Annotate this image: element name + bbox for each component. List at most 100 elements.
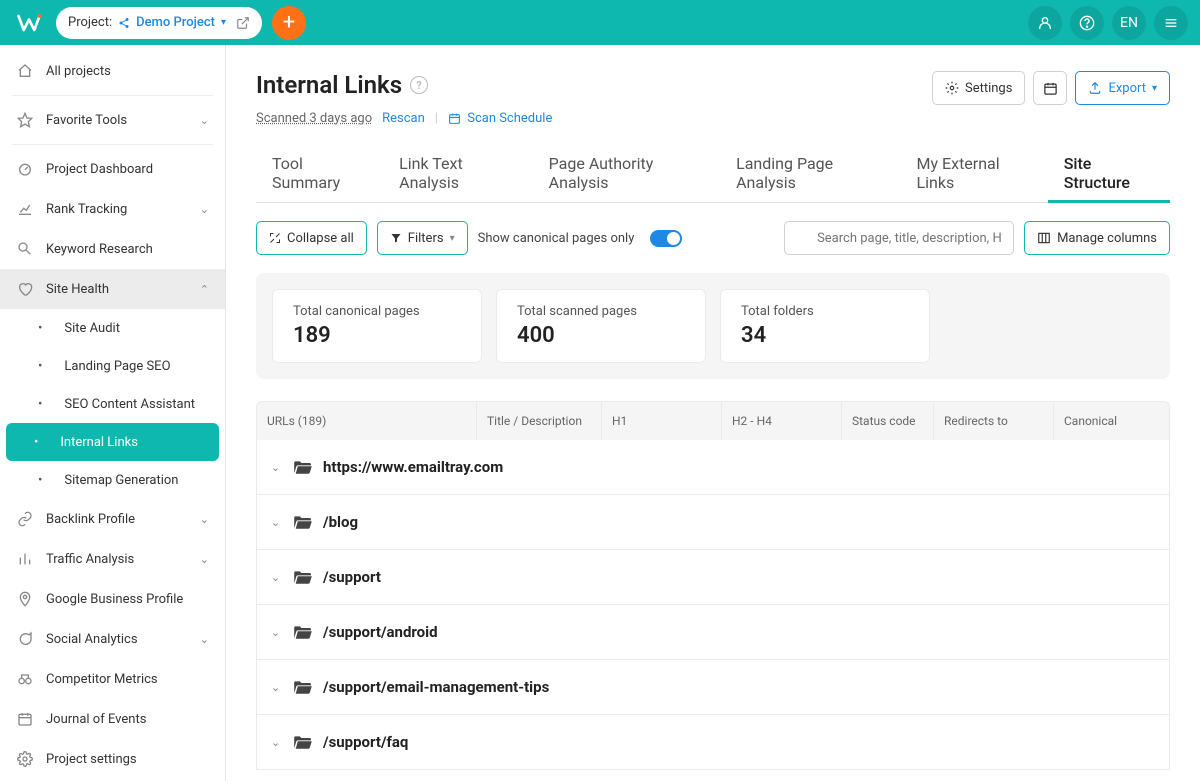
tree-path: /blog xyxy=(323,513,358,531)
sidebar-sitemap-gen[interactable]: Sitemap Generation xyxy=(0,461,225,499)
columns-icon xyxy=(1037,231,1051,245)
tree-path: /support/email-management-tips xyxy=(323,678,549,696)
scan-status-line: Scanned 3 days ago Rescan | Scan Schedul… xyxy=(256,111,1170,126)
chevron-down-icon: ⌄ xyxy=(271,736,283,749)
sidebar-item-label: Favorite Tools xyxy=(46,113,127,128)
col-canon[interactable]: Canonical xyxy=(1054,402,1169,440)
sidebar-site-health[interactable]: Site Health ⌃ xyxy=(0,269,225,309)
stat-value: 189 xyxy=(293,323,461,348)
search-input[interactable] xyxy=(784,221,1014,255)
settings-button[interactable]: Settings xyxy=(932,71,1025,105)
chevron-down-icon: ⌄ xyxy=(271,516,283,529)
canonical-toggle[interactable] xyxy=(650,230,682,247)
binoculars-icon xyxy=(16,670,34,688)
sidebar-project-settings[interactable]: Project settings xyxy=(0,739,225,779)
col-redir[interactable]: Redirects to xyxy=(934,402,1054,440)
table-header: URLs (189) Title / Description H1 H2 - H… xyxy=(256,401,1170,440)
chevron-down-icon: ⌄ xyxy=(271,626,283,639)
tab-page-authority[interactable]: Page Authority Analysis xyxy=(533,144,720,202)
share-icon xyxy=(118,17,130,29)
folder-open-icon xyxy=(293,734,313,750)
chevron-down-icon: ⌄ xyxy=(271,681,283,694)
col-h1[interactable]: H1 xyxy=(602,402,722,440)
filters-button[interactable]: Filters ▾ xyxy=(377,221,468,255)
add-button[interactable]: + xyxy=(272,6,306,40)
manage-columns-button[interactable]: Manage columns xyxy=(1024,221,1170,255)
sidebar-keyword-research[interactable]: Keyword Research xyxy=(0,229,225,269)
help-icon[interactable] xyxy=(1070,6,1104,40)
help-tooltip-icon[interactable]: ? xyxy=(410,76,428,94)
rescan-link[interactable]: Rescan xyxy=(382,111,425,126)
collapse-icon xyxy=(269,232,281,244)
sidebar-item-label: Google Business Profile xyxy=(46,592,183,607)
calendar-icon xyxy=(1043,81,1058,96)
export-button[interactable]: Export ▾ xyxy=(1075,71,1170,105)
tree-row[interactable]: ⌄ /support/android xyxy=(257,604,1169,659)
tab-site-structure[interactable]: Site Structure xyxy=(1048,144,1170,202)
tab-landing-page[interactable]: Landing Page Analysis xyxy=(720,144,900,202)
sidebar-backlink[interactable]: Backlink Profile ⌄ xyxy=(0,499,225,539)
sidebar-item-label: Traffic Analysis xyxy=(46,552,134,567)
col-urls[interactable]: URLs (189) xyxy=(257,402,477,440)
sidebar-all-projects[interactable]: All projects xyxy=(0,51,225,91)
scan-schedule-link[interactable]: Scan Schedule xyxy=(448,111,552,126)
collapse-all-button[interactable]: Collapse all xyxy=(256,221,367,255)
date-button[interactable] xyxy=(1033,71,1067,105)
app-logo[interactable] xyxy=(12,6,46,40)
sidebar-competitor[interactable]: Competitor Metrics xyxy=(0,659,225,699)
gear-icon xyxy=(945,81,959,95)
stat-scanned: Total scanned pages 400 xyxy=(496,289,706,363)
sidebar-gbp[interactable]: Google Business Profile xyxy=(0,579,225,619)
sidebar-internal-links[interactable]: Internal Links xyxy=(6,423,219,461)
tab-tool-summary[interactable]: Tool Summary xyxy=(256,144,383,202)
col-status[interactable]: Status code xyxy=(842,402,934,440)
sidebar-item-label: Keyword Research xyxy=(46,242,153,257)
menu-icon[interactable] xyxy=(1154,6,1188,40)
tree-row[interactable]: ⌄ /support/email-management-tips xyxy=(257,659,1169,714)
stat-label: Total canonical pages xyxy=(293,304,461,319)
tree-row[interactable]: ⌄ /support/faq xyxy=(257,714,1169,769)
chevron-down-icon: ⌄ xyxy=(200,203,209,216)
calendar-icon xyxy=(16,710,34,728)
topbar: Project: Demo Project ▾ + EN xyxy=(0,0,1200,45)
external-link-icon[interactable] xyxy=(236,16,250,30)
tab-link-text[interactable]: Link Text Analysis xyxy=(383,144,533,202)
button-label: Collapse all xyxy=(287,231,354,246)
tab-external-links[interactable]: My External Links xyxy=(901,144,1048,202)
stats-summary: Total canonical pages 189 Total scanned … xyxy=(256,273,1170,379)
sidebar-content-assistant[interactable]: SEO Content Assistant xyxy=(0,385,225,423)
bars-icon xyxy=(16,550,34,568)
chat-icon xyxy=(16,630,34,648)
sidebar-project-dashboard[interactable]: Project Dashboard xyxy=(0,149,225,189)
sidebar-rank-tracking[interactable]: Rank Tracking ⌄ xyxy=(0,189,225,229)
project-selector[interactable]: Project: Demo Project ▾ xyxy=(56,7,262,39)
sidebar-traffic[interactable]: Traffic Analysis ⌄ xyxy=(0,539,225,579)
tree-row[interactable]: ⌄ /support xyxy=(257,549,1169,604)
map-pin-icon xyxy=(16,590,34,608)
language-button[interactable]: EN xyxy=(1112,6,1146,40)
folder-open-icon xyxy=(293,624,313,640)
chevron-down-icon: ⌄ xyxy=(271,461,283,474)
stat-value: 34 xyxy=(741,323,909,348)
sidebar-favorite-tools[interactable]: Favorite Tools ⌄ xyxy=(0,100,225,140)
tree-row[interactable]: ⌄ https://www.emailtray.com xyxy=(257,440,1169,494)
sidebar-journal[interactable]: Journal of Events xyxy=(0,699,225,739)
col-h24[interactable]: H2 - H4 xyxy=(722,402,842,440)
chevron-down-icon: ▾ xyxy=(450,233,455,244)
folder-open-icon xyxy=(293,514,313,530)
chevron-down-icon: ⌄ xyxy=(200,513,209,526)
sidebar-social[interactable]: Social Analytics ⌄ xyxy=(0,619,225,659)
tree-row[interactable]: ⌄ /blog xyxy=(257,494,1169,549)
folder-open-icon xyxy=(293,459,313,475)
account-icon[interactable] xyxy=(1028,6,1062,40)
tree-path: /support/faq xyxy=(323,733,408,751)
col-title[interactable]: Title / Description xyxy=(477,402,602,440)
filter-icon xyxy=(390,232,402,244)
sidebar-item-label: Site Audit xyxy=(64,321,120,336)
sidebar-item-label: Journal of Events xyxy=(46,712,146,727)
sidebar-site-audit[interactable]: Site Audit xyxy=(0,309,225,347)
heart-icon xyxy=(16,280,34,298)
project-label: Project: xyxy=(68,15,112,30)
sidebar-landing-seo[interactable]: Landing Page SEO xyxy=(0,347,225,385)
button-label: Settings xyxy=(965,81,1012,96)
